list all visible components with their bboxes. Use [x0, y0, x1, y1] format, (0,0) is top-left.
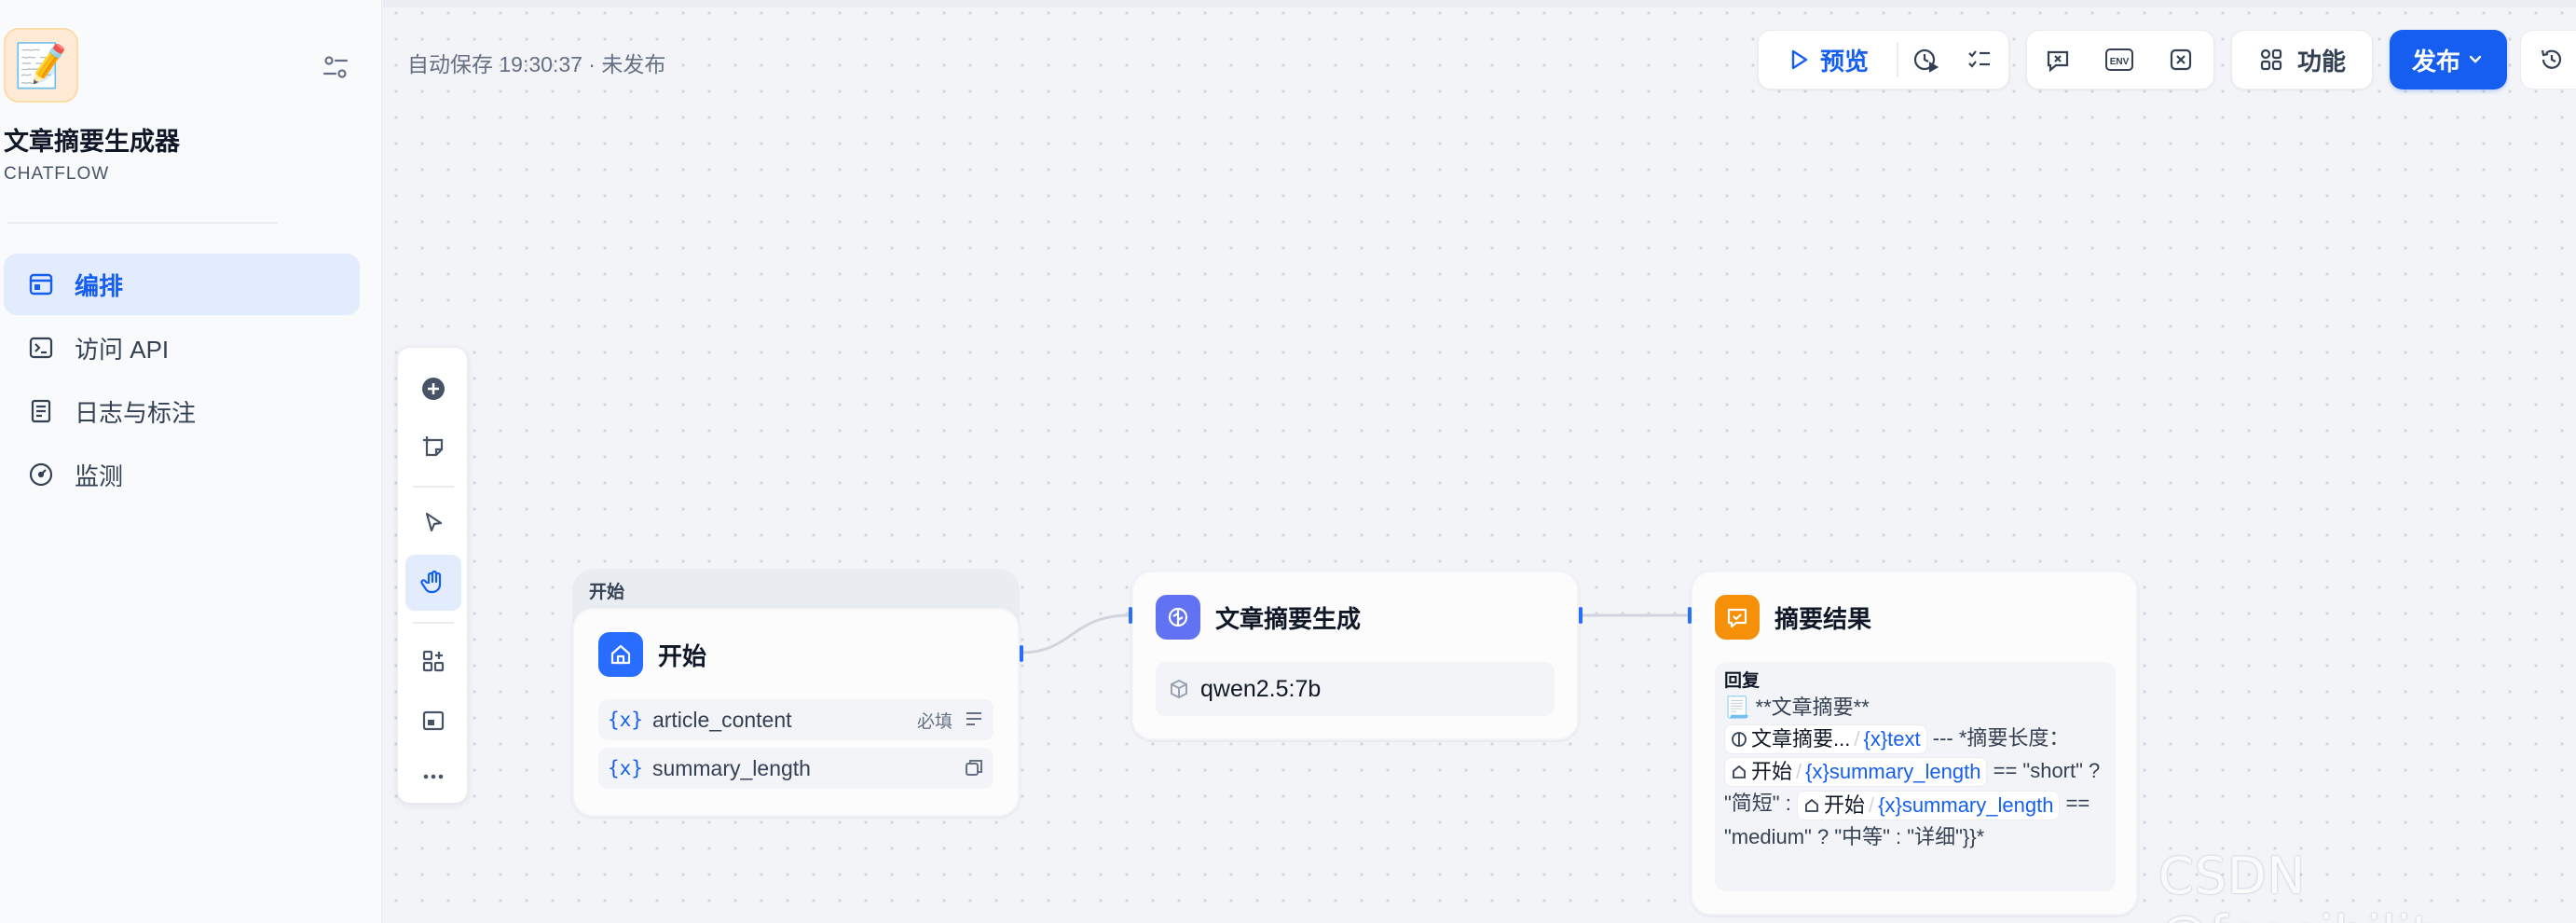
required-badge: 必填	[916, 711, 952, 732]
chip-node-name: 开始	[1751, 760, 1793, 784]
chip-node-name: 文章摘要...	[1751, 727, 1851, 751]
model-cube-icon	[1171, 679, 1187, 699]
variable-chip: 开始 / {x} summary_length	[1796, 790, 2061, 820]
variable-name: article_content	[651, 707, 792, 732]
brain-icon	[1732, 732, 1747, 748]
brain-icon	[1156, 595, 1200, 640]
chip-separator: /	[1868, 792, 1875, 817]
start-var-article-content[interactable]: {x} article_content 必填	[598, 699, 993, 740]
llm-node[interactable]: 文章摘要生成 qwen2.5:7b	[1131, 571, 1579, 740]
start-var-summary-length[interactable]: {x} summary_length	[598, 748, 993, 789]
answer-input-handle[interactable]	[1688, 607, 1692, 624]
llm-output-handle[interactable]	[1579, 607, 1583, 624]
variable-icon: {x}	[608, 757, 643, 779]
start-node[interactable]: 开始 {x} article_content 必填 {x} summary_le…	[572, 608, 1020, 817]
variable-chip: 开始 / {x} summary_length	[1724, 757, 1988, 788]
reply-label: 回复	[1724, 671, 1761, 691]
node-header: 开始	[574, 610, 1018, 699]
home-icon	[1733, 765, 1746, 779]
variable-chip: 文章摘要... / {x} text	[1724, 724, 1927, 755]
node-header: 摘要结果	[1692, 572, 2136, 662]
answer-node[interactable]: 摘要结果 回复 📃 **文章摘要** 文章摘要... / {x} text --…	[1691, 571, 2138, 916]
reply-preview: 回复 📃 **文章摘要** 文章摘要... / {x} text --- *摘要…	[1715, 662, 2116, 891]
node-header: 文章摘要生成	[1133, 572, 1577, 662]
chip-node-name: 开始	[1823, 792, 1865, 817]
chip-var-icon: {x}	[1878, 792, 1902, 817]
model-selector[interactable]: qwen2.5:7b	[1156, 662, 1555, 716]
start-group-label: 开始	[589, 583, 625, 602]
variable-name: summary_length	[651, 755, 811, 780]
chip-var-name: text	[1887, 727, 1921, 751]
watermark: CSDN @feasibility.	[2158, 847, 2472, 923]
chip-var-name: summary_length	[1901, 792, 2054, 817]
chip-separator: /	[1796, 760, 1802, 784]
answer-icon	[1715, 595, 1760, 640]
reply-text: --- *摘要长度：	[1926, 726, 2070, 750]
llm-input-handle[interactable]	[1129, 607, 1132, 624]
paragraph-icon	[966, 712, 981, 725]
edge-start-to-llm	[1021, 613, 1130, 654]
node-title: 摘要结果	[1774, 604, 1872, 633]
model-name: qwen2.5:7b	[1200, 675, 1322, 702]
chip-var-icon: {x}	[1805, 760, 1829, 784]
node-title: 文章摘要生成	[1215, 604, 1362, 633]
reply-line-1: 📃 **文章摘要**	[1724, 696, 1870, 719]
chip-separator: /	[1854, 727, 1860, 751]
home-icon	[1805, 798, 1818, 812]
workflow-edges	[1021, 613, 1689, 654]
node-title: 开始	[658, 641, 707, 670]
chip-var-name: summary_length	[1829, 760, 1981, 784]
select-icon	[966, 760, 982, 776]
home-icon	[598, 632, 643, 677]
chip-var-icon: {x}	[1863, 727, 1888, 751]
start-output-handle[interactable]	[1020, 645, 1023, 662]
variable-icon: {x}	[608, 709, 643, 731]
